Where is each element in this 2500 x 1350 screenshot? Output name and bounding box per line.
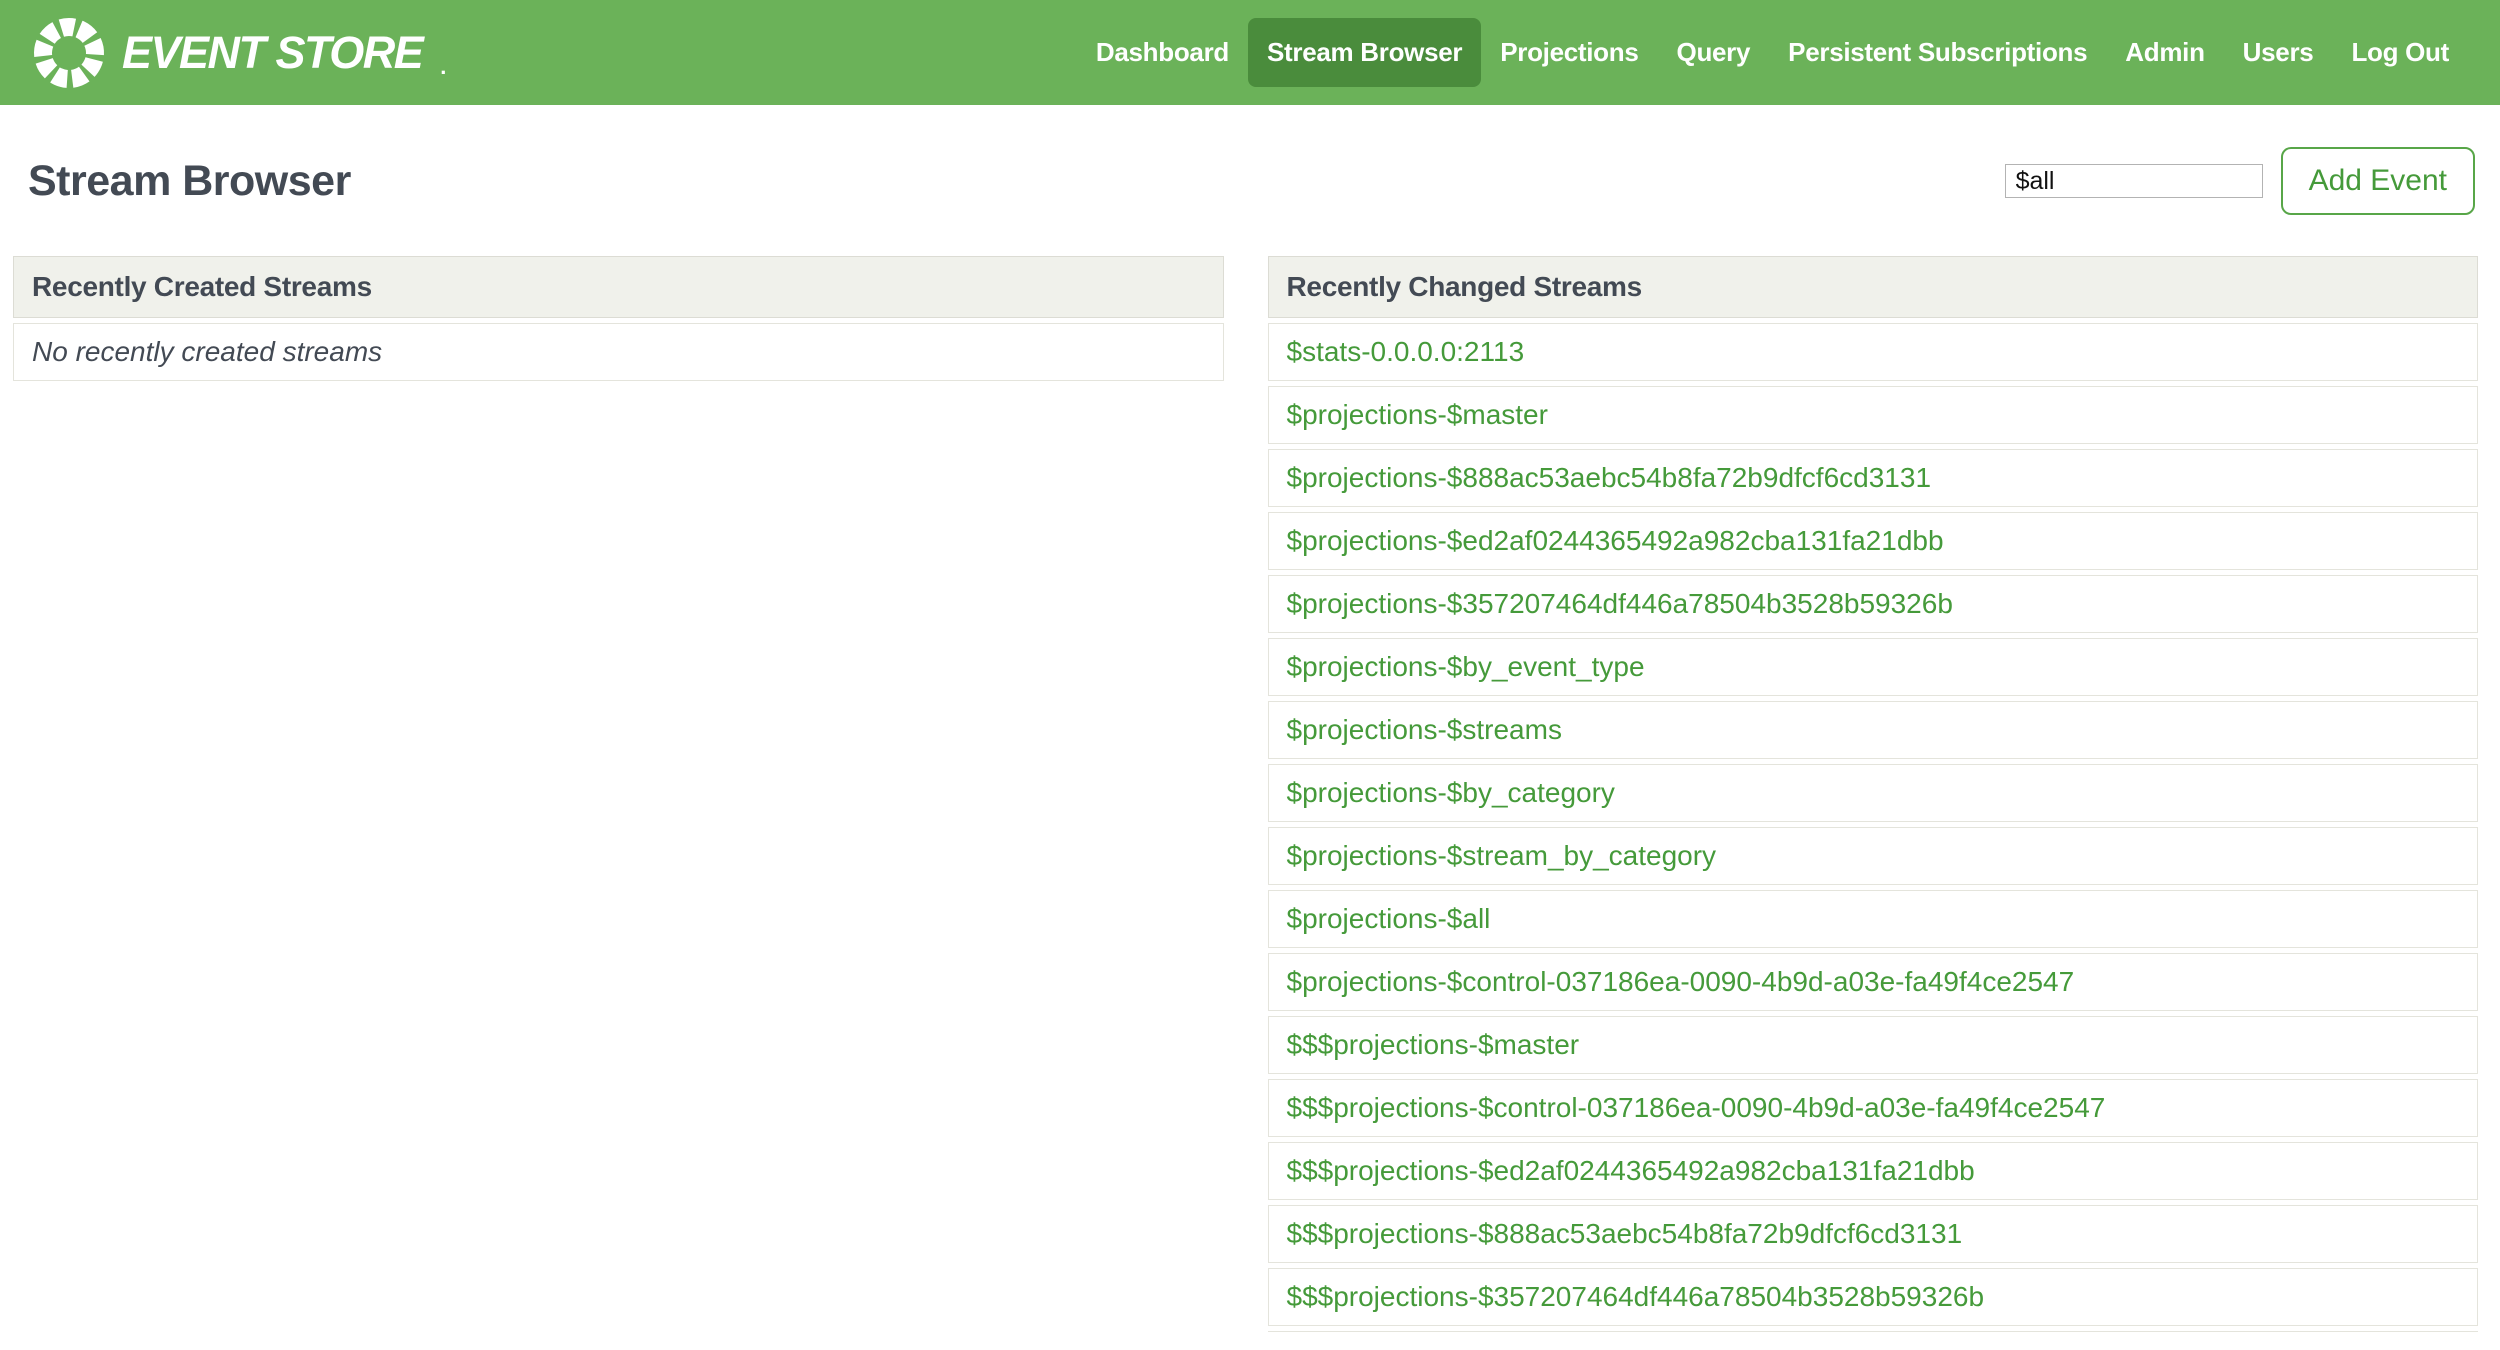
empty-state-message: No recently created streams (32, 336, 383, 367)
stream-row: $$$projections-$ed2af0244365492a982cba13… (1267, 1142, 2478, 1200)
stream-link[interactable]: $projections-$357207464df446a78504b3528b… (1287, 588, 1953, 619)
main-nav: Dashboard Stream Browser Projections Que… (1077, 18, 2468, 87)
nav-item-query[interactable]: Query (1658, 18, 1770, 87)
nav-item-users[interactable]: Users (2224, 18, 2333, 87)
brand-name: EVENT STORE (122, 26, 424, 78)
stream-row: $projections-$by_event_type (1267, 638, 2478, 696)
stream-name-input[interactable] (2004, 164, 2263, 198)
stream-link[interactable]: $projections-$stream_by_category (1287, 840, 1717, 871)
stream-link[interactable]: $$$projections-$control-037186ea-0090-4b… (1287, 1092, 2106, 1123)
stream-link[interactable]: $projections-$all (1287, 903, 1491, 934)
page-title: Stream Browser (28, 156, 351, 205)
nav-item-persistent-subscriptions[interactable]: Persistent Subscriptions (1769, 18, 2106, 87)
stream-row: $projections-$ed2af0244365492a982cba131f… (1267, 512, 2478, 570)
recently-created-empty-row: No recently created streams (13, 323, 1224, 381)
nav-item-admin[interactable]: Admin (2106, 18, 2223, 87)
nav-item-log-out[interactable]: Log Out (2332, 18, 2468, 87)
recently-changed-list: $stats-0.0.0.0:2113 $projections-$master… (1267, 323, 2478, 1332)
stream-row: $$$projections-$888ac53aebc54b8fa72b9dfc… (1267, 1205, 2478, 1263)
recently-created-title: Recently Created Streams (13, 256, 1224, 318)
recently-changed-panel: Recently Changed Streams $stats-0.0.0.0:… (1267, 256, 2478, 1332)
stream-row: $projections-$control-037186ea-0090-4b9d… (1267, 953, 2478, 1011)
brand-mark: . (440, 53, 447, 79)
stream-link[interactable]: $stats-0.0.0.0:2113 (1287, 336, 1525, 367)
stream-controls: Add Event (2004, 147, 2475, 215)
stream-link[interactable]: $$$projections-$888ac53aebc54b8fa72b9dfc… (1287, 1218, 1963, 1249)
stream-row: $$$projections-$357207464df446a78504b352… (1267, 1268, 2478, 1326)
stream-row: $projections-$888ac53aebc54b8fa72b9dfcf6… (1267, 449, 2478, 507)
stream-browser-content: Recently Created Streams No recently cre… (13, 256, 2478, 1332)
stream-link[interactable]: $projections-$master (1287, 399, 1548, 430)
stream-link[interactable]: $projections-$by_category (1287, 777, 1615, 808)
stream-link[interactable]: $projections-$by_event_type (1287, 651, 1645, 682)
top-navigation-bar: EVENT STORE . Dashboard Stream Browser P… (0, 0, 2500, 105)
stream-row: $projections-$357207464df446a78504b3528b… (1267, 575, 2478, 633)
stream-link[interactable]: $$$projections-$357207464df446a78504b352… (1287, 1281, 1985, 1312)
stream-link[interactable]: $projections-$888ac53aebc54b8fa72b9dfcf6… (1287, 462, 1932, 493)
stream-link[interactable]: $projections-$ed2af0244365492a982cba131f… (1287, 525, 1944, 556)
stream-row: $stats-0.0.0.0:2113 (1267, 323, 2478, 381)
nav-item-stream-browser[interactable]: Stream Browser (1248, 18, 1482, 87)
stream-row: $$$projections-$master (1267, 1016, 2478, 1074)
stream-row: $projections-$by_category (1267, 764, 2478, 822)
nav-item-projections[interactable]: Projections (1481, 18, 1657, 87)
stream-link[interactable]: $projections-$control-037186ea-0090-4b9d… (1287, 966, 2075, 997)
stream-row: $projections-$stream_by_category (1267, 827, 2478, 885)
stream-link[interactable]: $$$projections-$master (1287, 1029, 1580, 1060)
stream-link[interactable]: $$$projections-$ed2af0244365492a982cba13… (1287, 1155, 1975, 1186)
nav-item-dashboard[interactable]: Dashboard (1077, 18, 1248, 87)
stream-link[interactable]: $projections-$streams (1287, 714, 1562, 745)
stream-row: $projections-$master (1267, 386, 2478, 444)
brand-logo: EVENT STORE . (32, 16, 446, 90)
stream-row: $projections-$streams (1267, 701, 2478, 759)
page-header-row: Stream Browser Add Event (28, 147, 2475, 215)
event-store-ring-icon (32, 16, 106, 90)
stream-row: $$$projections-$control-037186ea-0090-4b… (1267, 1079, 2478, 1137)
add-event-button[interactable]: Add Event (2280, 147, 2475, 215)
stream-row: $projections-$all (1267, 890, 2478, 948)
recently-created-panel: Recently Created Streams No recently cre… (13, 256, 1224, 381)
recently-changed-title: Recently Changed Streams (1267, 256, 2478, 318)
